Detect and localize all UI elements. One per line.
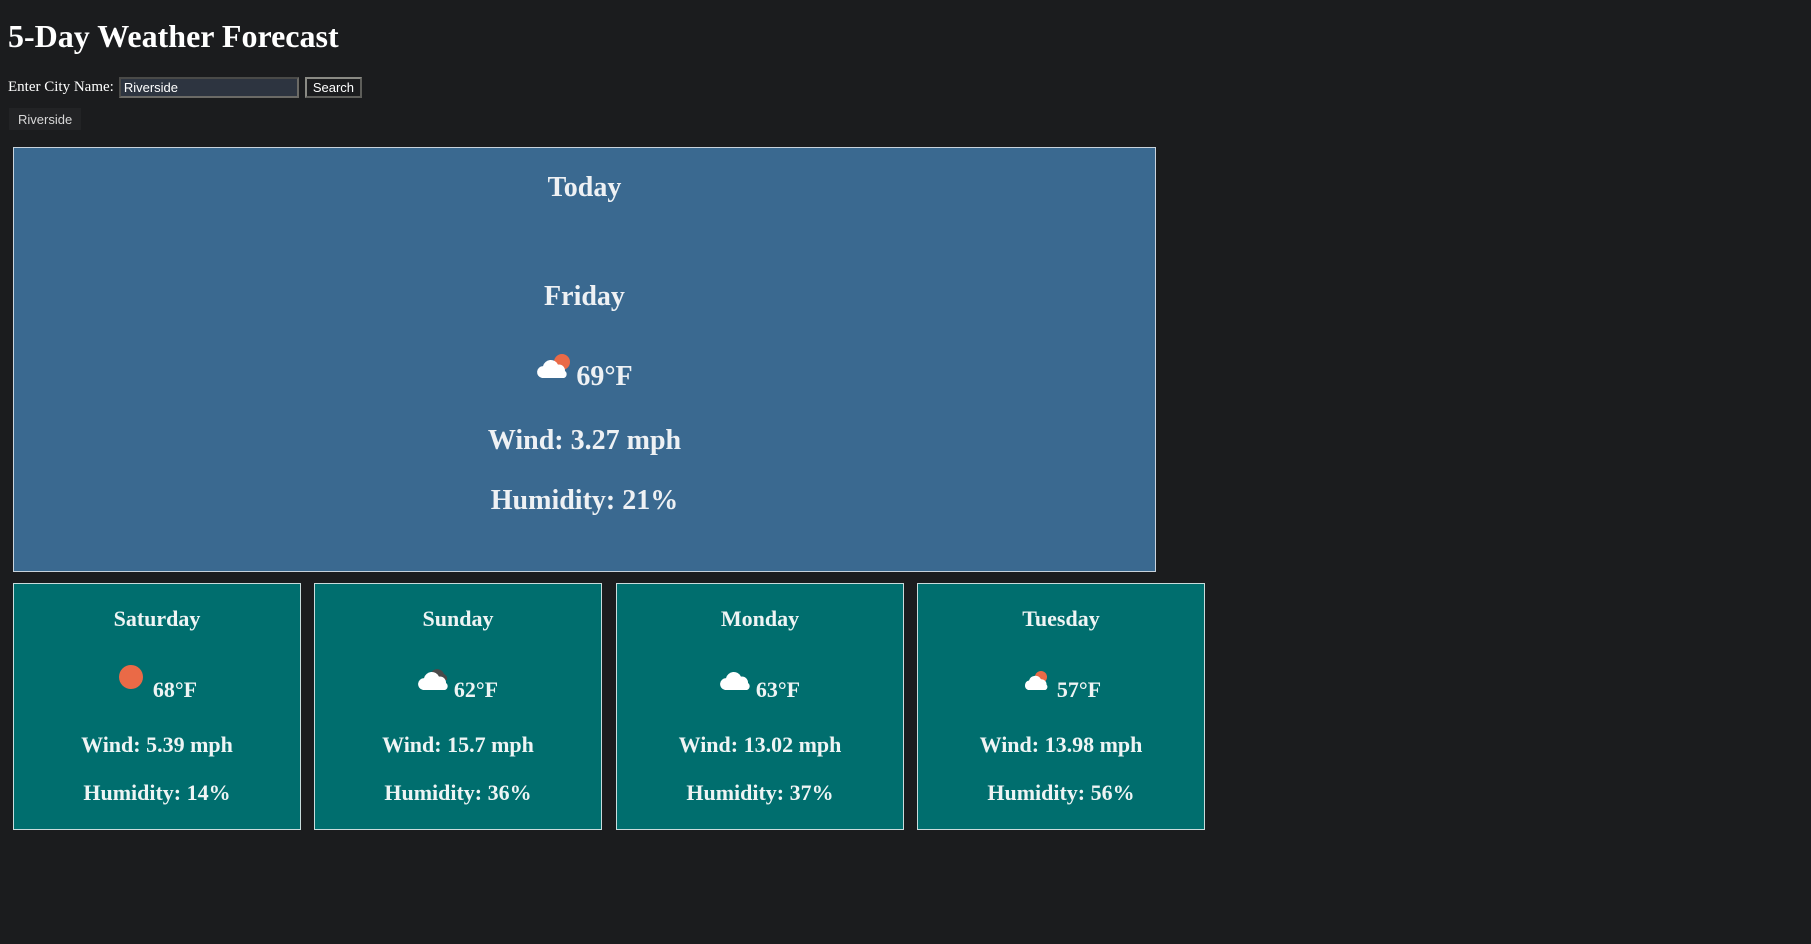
city-input-label: Enter City Name:	[8, 78, 114, 95]
clear-sky-sun-icon	[118, 665, 143, 689]
forecast-card-saturday: Saturday 68°F Wind: 5.39 mph Humidity: 1…	[13, 583, 301, 830]
forecast-day: Monday	[720, 606, 800, 631]
history-item-riverside[interactable]: Riverside	[9, 108, 82, 130]
forecast-wind: Wind: 13.02 mph	[678, 732, 842, 757]
forecast-temperature: 62°F	[453, 677, 499, 702]
cloud-dark-icon	[417, 669, 448, 690]
forecast-card-monday: Monday 63°F Wind: 13.02 mph Humidity: 37…	[616, 583, 904, 830]
today-temperature: 69°F	[576, 361, 633, 392]
forecast-temp-row: 63°F	[617, 664, 903, 704]
today-day-name: Friday	[544, 281, 625, 312]
forecast-day: Sunday	[422, 606, 494, 631]
forecast-card-sunday: Sunday 62°F Wind: 15.7 mph Humidity: 36%	[314, 583, 602, 830]
forecast-temperature: 63°F	[755, 677, 801, 702]
today-heading: Today	[547, 172, 622, 203]
forecast-wind: Wind: 15.7 mph	[382, 732, 534, 757]
few-clouds-day-icon	[537, 354, 571, 378]
forecast-humidity: Humidity: 37%	[686, 780, 834, 805]
forecast-wind: Wind: 5.39 mph	[81, 732, 233, 757]
search-form: Enter City Name: Search	[8, 75, 363, 99]
forecast-humidity: Humidity: 36%	[384, 780, 532, 805]
cloud-icon	[719, 672, 750, 690]
forecast-wind: Wind: 13.98 mph	[979, 732, 1143, 757]
search-button[interactable]: Search	[304, 76, 363, 98]
today-humidity: Humidity: 21%	[490, 485, 679, 516]
today-wind: Wind: 3.27 mph	[487, 425, 682, 456]
forecast-temperature: 68°F	[152, 677, 198, 702]
forecast-humidity: Humidity: 56%	[987, 780, 1135, 805]
forecast-temp-row: 57°F	[918, 664, 1204, 704]
few-clouds-day-icon	[1024, 671, 1048, 690]
city-search-input[interactable]	[118, 76, 299, 98]
page-title: 5-Day Weather Forecast	[8, 18, 339, 54]
forecast-temp-row: 68°F	[14, 664, 300, 704]
forecast-day: Tuesday	[1022, 606, 1100, 631]
forecast-card-tuesday: Tuesday 57°F Wind: 13.98 mph Humidity: 5…	[917, 583, 1205, 830]
today-temp-row: 69°F	[14, 354, 1155, 394]
forecast-temp-row: 62°F	[315, 664, 601, 704]
forecast-day: Saturday	[113, 606, 201, 631]
page: 5-Day Weather Forecast Enter City Name: …	[0, 0, 1811, 944]
search-history: Riverside	[9, 108, 82, 130]
forecast-temperature: 57°F	[1056, 677, 1102, 702]
forecast-humidity: Humidity: 14%	[83, 780, 231, 805]
today-panel: Today Friday 69°F Wind: 3.27 mph Humidit…	[13, 147, 1156, 572]
